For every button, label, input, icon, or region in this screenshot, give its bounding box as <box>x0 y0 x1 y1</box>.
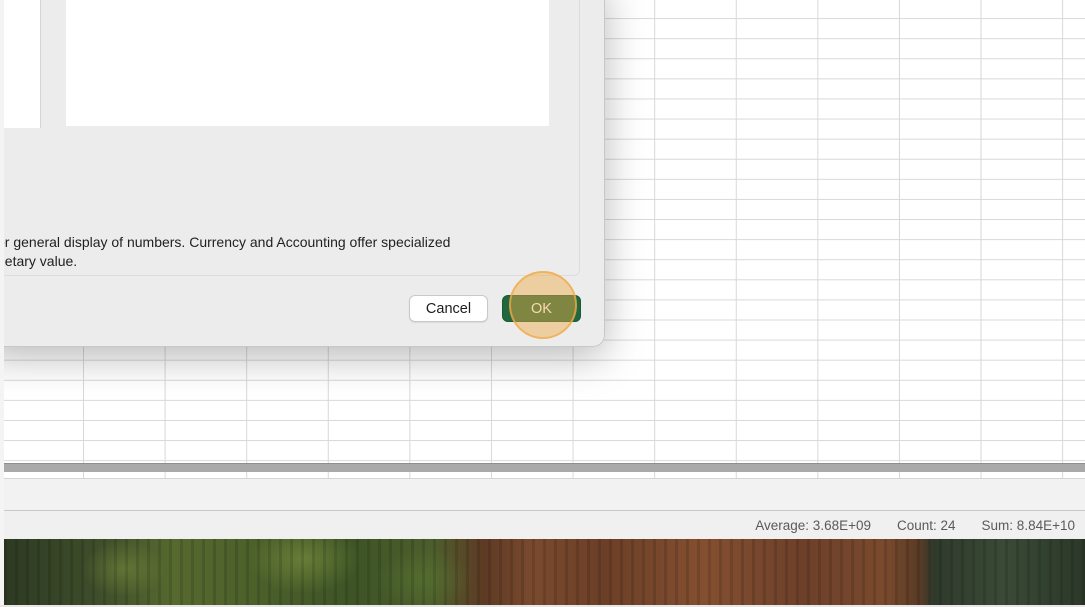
desktop-wallpaper <box>4 539 1085 605</box>
sheet-tabs-area <box>4 478 1085 510</box>
category-list[interactable] <box>0 0 41 128</box>
pane-split-bar[interactable] <box>4 463 1085 472</box>
app-window: Average: 3.68E+09 Count: 24 Sum: 8.84E+1… <box>0 0 1085 607</box>
preview-box <box>66 0 549 126</box>
description-line-1: or general display of numbers. Currency … <box>0 234 451 250</box>
status-bar: Average: 3.68E+09 Count: 24 Sum: 8.84E+1… <box>4 510 1085 539</box>
format-description: or general display of numbers. Currency … <box>0 233 567 271</box>
status-sum: Sum: 8.84E+10 <box>981 517 1075 533</box>
format-cells-dialog: or general display of numbers. Currency … <box>0 0 605 347</box>
status-count: Count: 24 <box>897 517 956 533</box>
description-line-2: netary value. <box>0 253 78 269</box>
cancel-button[interactable]: Cancel <box>409 295 488 322</box>
ok-button[interactable]: OK <box>502 295 581 322</box>
window-left-edge <box>0 0 4 607</box>
status-average: Average: 3.68E+09 <box>755 517 871 533</box>
